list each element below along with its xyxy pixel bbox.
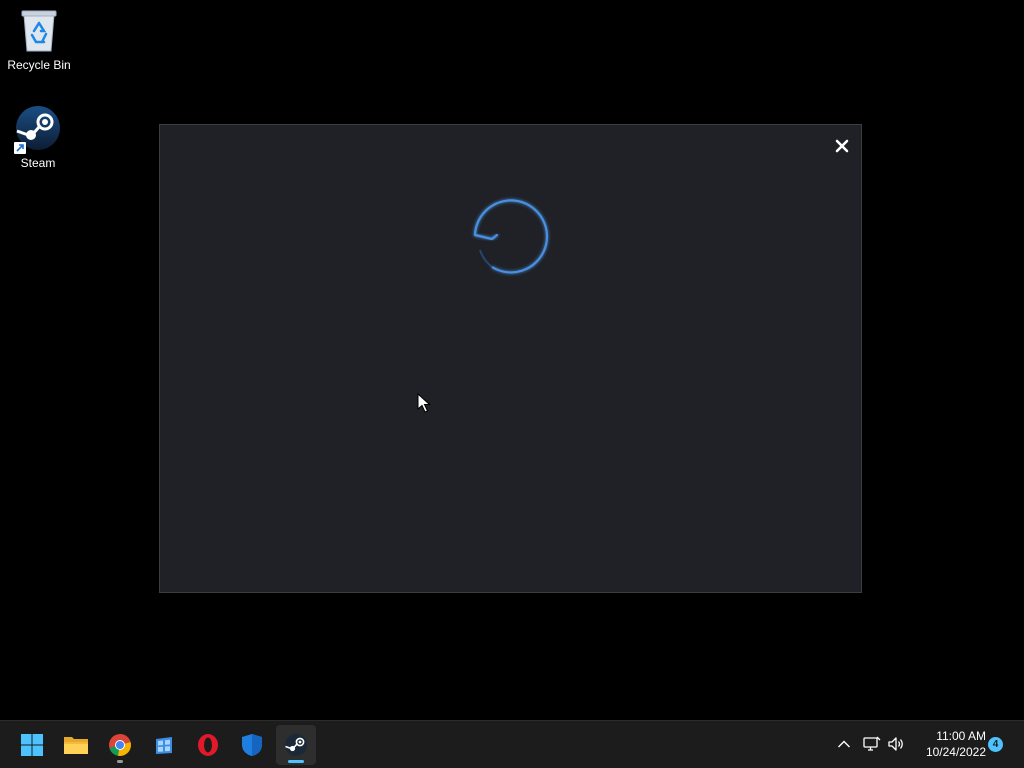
notification-badge[interactable]: 4 [988, 737, 1003, 752]
desktop-icon-label: Steam [20, 156, 56, 170]
shield-icon [242, 734, 262, 756]
close-icon [835, 139, 849, 153]
clock-time: 11:00 AM [936, 729, 986, 743]
store-icon [156, 737, 172, 754]
opera-icon [198, 734, 218, 756]
network-button[interactable] [860, 732, 884, 756]
start-button[interactable] [12, 725, 52, 765]
desktop: Recycle Bin Steam [0, 0, 1024, 720]
volume-icon [888, 737, 903, 751]
recycle-bin-icon [15, 6, 63, 54]
taskbar-windows-security[interactable] [232, 725, 272, 765]
taskbar-steam[interactable] [276, 725, 316, 765]
folder-icon [64, 737, 88, 754]
taskbar-chrome[interactable] [100, 725, 140, 765]
clock-date: 10/24/2022 [925, 745, 986, 759]
running-indicator [117, 760, 123, 763]
chevron-up-icon [838, 740, 850, 748]
taskbar: 11:00 AM 10/24/2022 4 [0, 720, 1024, 768]
desktop-icon-label: Recycle Bin [7, 58, 71, 72]
mouse-cursor-icon [417, 393, 431, 413]
active-indicator [288, 760, 304, 763]
shortcut-arrow-icon [14, 142, 26, 154]
network-icon [863, 736, 881, 751]
close-button[interactable] [831, 135, 853, 157]
taskbar-clock[interactable]: 11:00 AM 10/24/2022 [914, 728, 986, 760]
show-hidden-icons-button[interactable] [832, 732, 856, 756]
steam-spinner-icon [473, 199, 549, 274]
steam-loading-window [159, 124, 862, 593]
windows-start-icon [21, 734, 43, 756]
volume-button[interactable] [885, 732, 909, 756]
chrome-icon [109, 734, 131, 756]
taskbar-store-app[interactable] [144, 725, 184, 765]
steam-icon [285, 734, 307, 756]
taskbar-file-explorer[interactable] [56, 725, 96, 765]
desktop-icon-recycle-bin[interactable]: Recycle Bin [1, 6, 77, 72]
steam-icon [14, 104, 62, 154]
taskbar-opera[interactable] [188, 725, 228, 765]
desktop-icon-steam[interactable]: Steam [0, 104, 76, 170]
